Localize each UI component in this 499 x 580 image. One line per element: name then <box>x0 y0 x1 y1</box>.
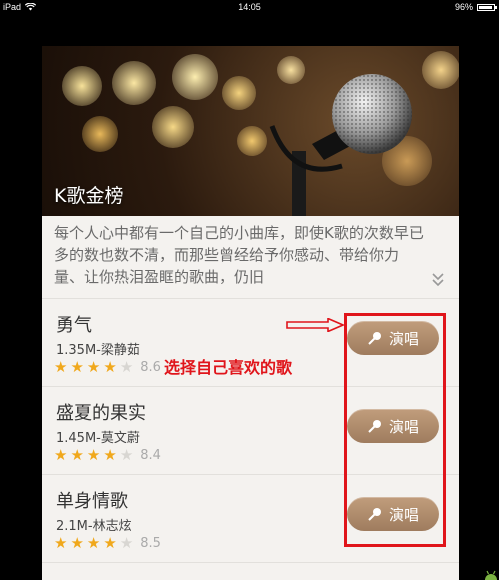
star-icon: ★ <box>54 534 68 552</box>
star-icon: ★ <box>103 358 117 376</box>
clock: 14:05 <box>238 2 261 12</box>
star-icon: ★ <box>86 358 101 376</box>
star-icon: ★ <box>70 358 84 376</box>
star-icon: ★ <box>86 534 101 552</box>
status-bar: iPad 14:05 96% <box>0 0 499 14</box>
song-title: 单身情歌 <box>56 491 128 512</box>
song-rating: ★ ★ ★ ★ ★ 8.4 <box>54 447 161 463</box>
song-meta: 1.45M-莫文蔚 <box>56 431 140 446</box>
star-icon: ★ <box>103 446 117 464</box>
description-text: 每个人心中都有一个自己的小曲库，即使K歌的次数早已多的数也数不清，而那些曾经给予… <box>54 224 424 286</box>
annotation-arrow-icon <box>286 318 344 332</box>
hero-banner: K歌金榜 <box>42 46 459 216</box>
star-icon: ★ <box>119 534 134 552</box>
song-rating: ★ ★ ★ ★ ★ 8.6 <box>54 359 161 375</box>
annotation-highlight-box <box>344 313 446 547</box>
star-icon: ★ <box>54 446 68 464</box>
star-icon: ★ <box>119 446 134 464</box>
song-title: 勇气 <box>56 315 92 336</box>
annotation-text: 选择自己喜欢的歌 <box>164 358 293 377</box>
android-icon <box>485 570 497 580</box>
page-title: K歌金榜 <box>54 185 124 207</box>
star-icon: ★ <box>70 534 84 552</box>
song-meta: 2.1M-林志炫 <box>56 519 132 534</box>
star-icon: ★ <box>54 358 68 376</box>
song-score: 8.4 <box>140 447 161 463</box>
star-icon: ★ <box>70 446 84 464</box>
battery-percent: 96% <box>454 2 473 12</box>
star-icon: ★ <box>86 446 101 464</box>
star-icon: ★ <box>103 534 117 552</box>
song-rating: ★ ★ ★ ★ ★ 8.5 <box>54 535 161 551</box>
song-score: 8.5 <box>140 535 161 551</box>
battery-icon <box>477 3 497 11</box>
song-row-partial <box>42 562 459 580</box>
song-meta: 1.35M-梁静茹 <box>56 343 140 358</box>
song-title: 盛夏的果实 <box>56 403 146 424</box>
expand-chevron-icon[interactable] <box>431 272 445 288</box>
star-icon: ★ <box>119 358 134 376</box>
song-score: 8.6 <box>140 359 161 375</box>
